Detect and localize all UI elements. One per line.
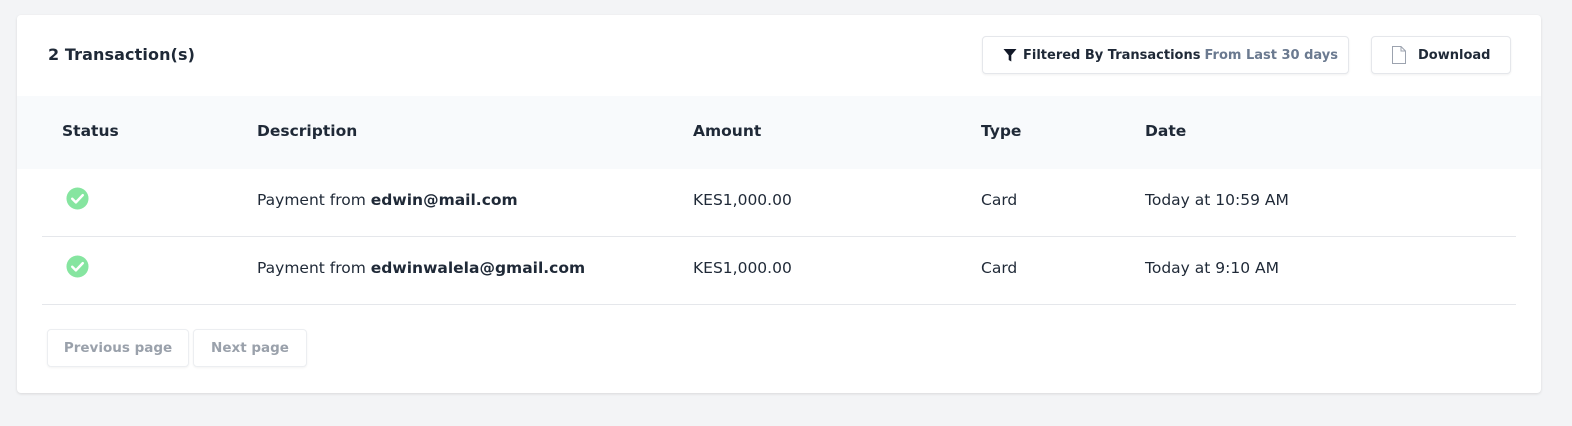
- download-label: Download: [1418, 47, 1491, 63]
- row-description: Payment from edwin@mail.com: [257, 191, 518, 209]
- description-email: edwinwalela@gmail.com: [370, 259, 586, 277]
- download-button[interactable]: Download: [1371, 36, 1511, 74]
- row-description: Payment from edwinwalela@gmail.com: [257, 259, 585, 277]
- previous-page-button[interactable]: Previous page: [47, 329, 189, 367]
- transactions-card: 2 Transaction(s) Filtered By Transaction…: [17, 15, 1541, 393]
- transactions-header: 2 Transaction(s) Filtered By Transaction…: [17, 15, 1541, 96]
- row-amount: KES1,000.00: [693, 259, 792, 277]
- column-description: Description: [257, 122, 358, 140]
- row-date: Today at 9:10 AM: [1145, 259, 1279, 277]
- filter-range: From Last 30 days: [1204, 47, 1338, 63]
- row-type: Card: [981, 259, 1018, 277]
- description-prefix: Payment from: [257, 191, 366, 209]
- next-page-button[interactable]: Next page: [193, 329, 307, 367]
- filter-icon: [1003, 48, 1017, 63]
- description-email: edwin@mail.com: [370, 191, 518, 209]
- filter-button[interactable]: Filtered By Transactions From Last 30 da…: [982, 36, 1349, 74]
- table-row[interactable]: Payment from edwin@mail.com KES1,000.00 …: [42, 169, 1516, 237]
- file-icon: [1391, 45, 1407, 65]
- table-row[interactable]: Payment from edwinwalela@gmail.com KES1,…: [42, 237, 1516, 305]
- table-header: Status Description Amount Type Date: [17, 96, 1541, 169]
- row-date: Today at 10:59 AM: [1145, 191, 1289, 209]
- column-type: Type: [981, 122, 1022, 140]
- check-circle-icon: [66, 255, 89, 282]
- column-status: Status: [62, 122, 119, 140]
- column-amount: Amount: [693, 122, 762, 140]
- row-amount: KES1,000.00: [693, 191, 792, 209]
- column-date: Date: [1145, 122, 1187, 140]
- filter-label: Filtered By Transactions: [1023, 47, 1201, 63]
- description-prefix: Payment from: [257, 259, 366, 277]
- transaction-count: 2 Transaction(s): [48, 45, 196, 64]
- row-type: Card: [981, 191, 1018, 209]
- check-circle-icon: [66, 187, 89, 214]
